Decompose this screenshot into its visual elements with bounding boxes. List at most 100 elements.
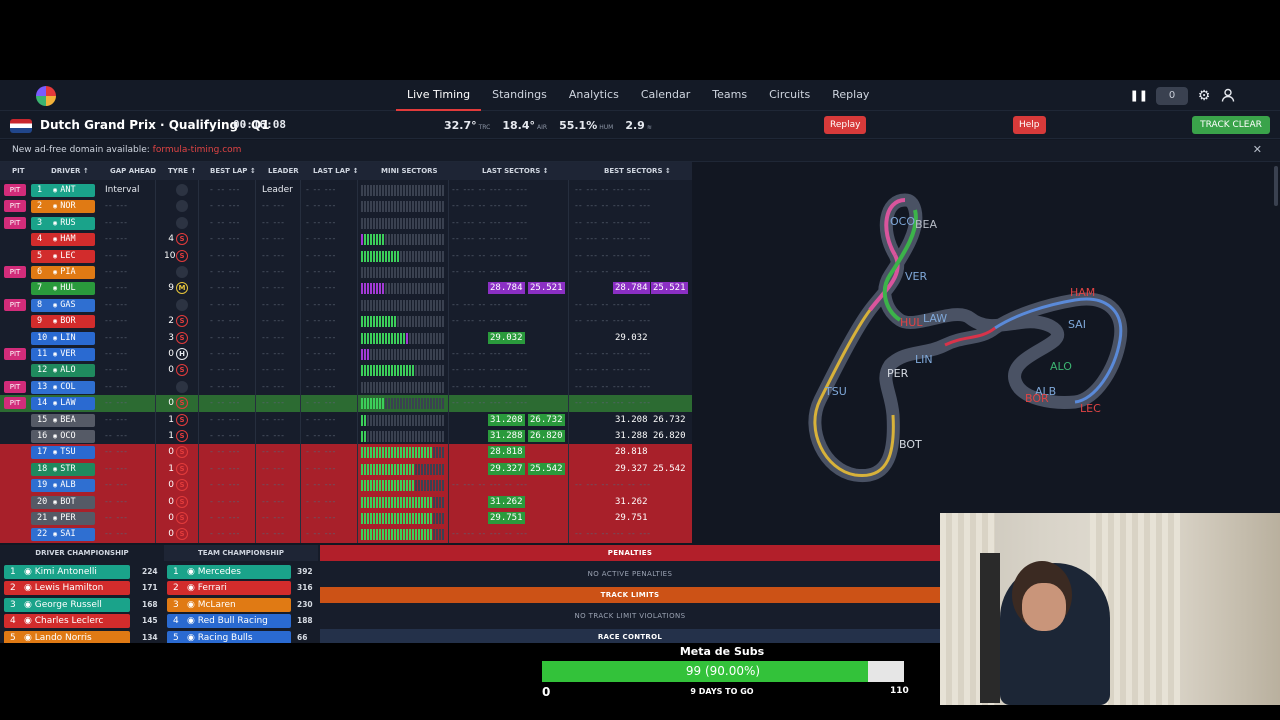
last-lap-placeholder: - -- --- <box>306 381 337 391</box>
timing-row[interactable]: PIT 6 ◉ PIA -- --- - -- --- -- --- - -- --- -- -… <box>0 264 692 280</box>
help-button[interactable]: Help <box>1013 116 1046 134</box>
timing-row[interactable]: 17 ◉ TSU -- --- - -- --- -- --- - -- --- 0 S 28.8… <box>0 444 692 461</box>
timing-row[interactable]: PIT 2 ◉ NOR -- --- - -- --- -- --- - -- --- -- -… <box>0 198 692 214</box>
timing-row[interactable]: PIT 1 ◉ ANT Interval - -- --- Leader - -- --- --… <box>0 182 692 198</box>
driver-tag[interactable]: 22 ◉ SAI <box>31 528 95 542</box>
driver-tag[interactable]: 16 ◉ OCO <box>31 430 95 443</box>
driver-tag[interactable]: 3 ◉ RUS <box>31 216 95 230</box>
col-best-lap[interactable]: BEST LAP ↕ <box>210 167 256 175</box>
driver-tag[interactable]: 18 ◉ STR <box>31 462 95 476</box>
col-last-sectors[interactable]: LAST SECTORS ↕ <box>482 167 549 175</box>
col-driver[interactable]: DRIVER ↑ <box>51 167 89 175</box>
driver-tag[interactable]: 8 ◉ GAS <box>31 298 95 312</box>
col-best-sectors[interactable]: BEST SECTORS ↕ <box>604 167 671 175</box>
driver-tag[interactable]: 5 ◉ LEC <box>31 249 95 263</box>
driver-tag[interactable]: 12 ◉ ALO <box>31 364 95 378</box>
nav-link-teams[interactable]: Teams <box>701 80 758 111</box>
nav-link-standings[interactable]: Standings <box>481 80 558 111</box>
team-standing-row[interactable]: 3 ◉ McLaren <box>167 597 291 612</box>
best-sector-placeholder: -- --- -- --- -- --- <box>575 480 652 490</box>
timing-row[interactable]: 5 ◉ LEC -- --- - -- --- -- --- - -- --- 10 S -- -… <box>0 248 692 264</box>
nav-link-live-timing[interactable]: Live Timing <box>396 80 482 111</box>
delay-counter[interactable]: 0 <box>1156 86 1188 105</box>
timing-row[interactable]: PIT 11 ◉ VER -- --- - -- --- -- --- - -- --- 0 H -… <box>0 346 692 362</box>
leader-placeholder: -- --- <box>262 250 285 260</box>
timing-row[interactable]: 15 ◉ BEA -- --- - -- --- -- --- - -- --- 1 S 31.2… <box>0 412 692 428</box>
driver-tag[interactable]: 10 ◉ LIN <box>31 331 95 345</box>
timing-row[interactable]: PIT 3 ◉ RUS -- --- - -- --- -- --- - -- --- -- -… <box>0 215 692 231</box>
tyre-icon: S <box>176 397 188 410</box>
timing-row[interactable]: PIT 8 ◉ GAS -- --- - -- --- -- --- - -- --- -- -… <box>0 297 692 313</box>
driver-tag[interactable]: 9 ◉ BOR <box>31 315 95 329</box>
mini-sectors <box>361 398 445 410</box>
timing-row[interactable]: 18 ◉ STR -- --- - -- --- -- --- - -- --- 1 S 29.3… <box>0 460 692 478</box>
driver-standing-row[interactable]: 4 ◉ Charles Leclerc <box>4 614 130 629</box>
driver-tag[interactable]: 21 ◉ PER <box>31 512 95 525</box>
last-sector-placeholder: -- --- -- --- -- --- <box>452 365 529 375</box>
close-icon[interactable]: ✕ <box>1253 140 1262 160</box>
driver-tag[interactable]: 6 ◉ PIA <box>31 266 95 279</box>
team-icon: ◉ <box>53 497 58 506</box>
col-gap[interactable]: GAP AHEAD <box>110 167 156 175</box>
track-map: OCO BEAVERHAMSAILAWHULLINPERALOTSU ALBBORL… <box>808 193 1128 483</box>
domain-link[interactable]: formula-timing.com <box>153 145 242 155</box>
team-standing-row[interactable]: 1 ◉ Mercedes <box>167 565 291 579</box>
driver-tag[interactable]: 17 ◉ TSU <box>31 446 95 460</box>
driver-tag[interactable]: 19 ◉ ALB <box>31 479 95 493</box>
tyre-icon <box>176 184 188 196</box>
best-sector-placeholder: -- --- -- --- -- --- <box>575 381 652 391</box>
app-logo[interactable] <box>36 86 56 106</box>
driver-standing-row[interactable]: 5 ◉ Lando Norris <box>4 630 130 643</box>
col-pit: PIT <box>12 167 25 175</box>
timing-row[interactable]: PIT 13 ◉ COL -- --- - -- --- -- --- - -- --- -- … <box>0 379 692 395</box>
timing-row[interactable]: 9 ◉ BOR -- --- - -- --- -- --- - -- --- 2 S -- --… <box>0 313 692 329</box>
timing-row[interactable]: 7 ◉ HUL -- --- - -- --- -- --- - -- --- 9 M 28.78… <box>0 280 692 296</box>
best-lap-placeholder: - -- --- <box>210 185 241 194</box>
team-standing-row[interactable]: 5 ◉ Racing Bulls <box>167 630 291 643</box>
driver-standing-row[interactable]: 3 ◉ George Russell <box>4 597 130 612</box>
no-track-limits-text: NO TRACK LIMIT VIOLATIONS <box>574 612 686 620</box>
driver-standing-row[interactable]: 1 ◉ Kimi Antonelli <box>4 565 130 579</box>
driver-tag[interactable]: 4 ◉ HAM <box>31 233 95 247</box>
team-standing-row[interactable]: 2 ◉ Ferrari <box>167 581 291 596</box>
timing-row[interactable]: 21 ◉ PER -- --- - -- --- -- --- - -- --- 0 S 29.7… <box>0 510 692 527</box>
nav-link-circuits[interactable]: Circuits <box>758 80 821 111</box>
leader-placeholder: -- --- <box>262 201 285 211</box>
pause-icon[interactable]: ❚❚ <box>1130 89 1148 102</box>
driver-tag[interactable]: 2 ◉ NOR <box>31 200 95 214</box>
team-icon: ◉ <box>24 632 35 643</box>
replay-button[interactable]: Replay <box>824 116 867 134</box>
nav-link-analytics[interactable]: Analytics <box>558 80 630 111</box>
last-lap-placeholder: - -- --- <box>306 267 337 276</box>
timing-row[interactable]: 20 ◉ BOT -- --- - -- --- -- --- - -- --- 0 S 31.2… <box>0 493 692 510</box>
nav-link-calendar[interactable]: Calendar <box>630 80 701 111</box>
gear-icon[interactable]: ⚙ <box>1196 88 1212 104</box>
driver-tag[interactable]: 14 ◉ LAW <box>31 397 95 411</box>
driver-tag[interactable]: 20 ◉ BOT <box>31 495 95 509</box>
driver-tag[interactable]: 7 ◉ HUL <box>31 282 95 296</box>
driver-tag[interactable]: 13 ◉ COL <box>31 380 95 394</box>
scrollbar[interactable] <box>1274 166 1278 206</box>
best-sector-placeholder: -- --- -- --- -- --- <box>575 316 652 326</box>
col-tyre[interactable]: TYRE ↑ <box>168 167 196 175</box>
timing-row[interactable]: 12 ◉ ALO -- --- - -- --- -- --- - -- --- 0 S -- -… <box>0 362 692 378</box>
driver-tag[interactable]: 1 ◉ ANT <box>31 184 95 197</box>
col-last-lap[interactable]: LAST LAP ↕ <box>313 167 358 175</box>
leader-placeholder: -- --- <box>262 414 285 424</box>
nav-link-replay[interactable]: Replay <box>821 80 880 111</box>
laps-count: 10 <box>164 250 176 261</box>
driver-standing-row[interactable]: 2 ◉ Lewis Hamilton <box>4 581 130 596</box>
timing-row[interactable]: 16 ◉ OCO -- --- - -- --- -- --- - -- --- 1 S 31.2… <box>0 428 692 444</box>
gap-placeholder: -- --- <box>105 316 128 326</box>
timing-row[interactable]: PIT 14 ◉ LAW -- --- - -- --- -- --- - -- --- 0 S -… <box>0 395 692 412</box>
timing-row[interactable]: 22 ◉ SAI -- --- - -- --- -- --- - -- --- 0 S -- -… <box>0 526 692 543</box>
team-standing-row[interactable]: 4 ◉ Red Bull Racing <box>167 614 291 629</box>
timing-row[interactable]: 19 ◉ ALB -- --- - -- --- -- --- - -- --- 0 S -- -… <box>0 477 692 494</box>
last-sector-placeholder: -- --- -- --- -- --- <box>452 201 529 211</box>
driver-tag[interactable]: 11 ◉ VER <box>31 348 95 361</box>
user-icon[interactable] <box>1220 88 1236 104</box>
timing-row[interactable]: 4 ◉ HAM -- --- - -- --- -- --- - -- --- 4 S -- --… <box>0 231 692 247</box>
timing-row[interactable]: 10 ◉ LIN -- --- - -- --- -- --- - -- --- 3 S 29.0… <box>0 330 692 346</box>
driver-tag[interactable]: 15 ◉ BEA <box>31 413 95 427</box>
mini-sectors <box>361 480 445 492</box>
